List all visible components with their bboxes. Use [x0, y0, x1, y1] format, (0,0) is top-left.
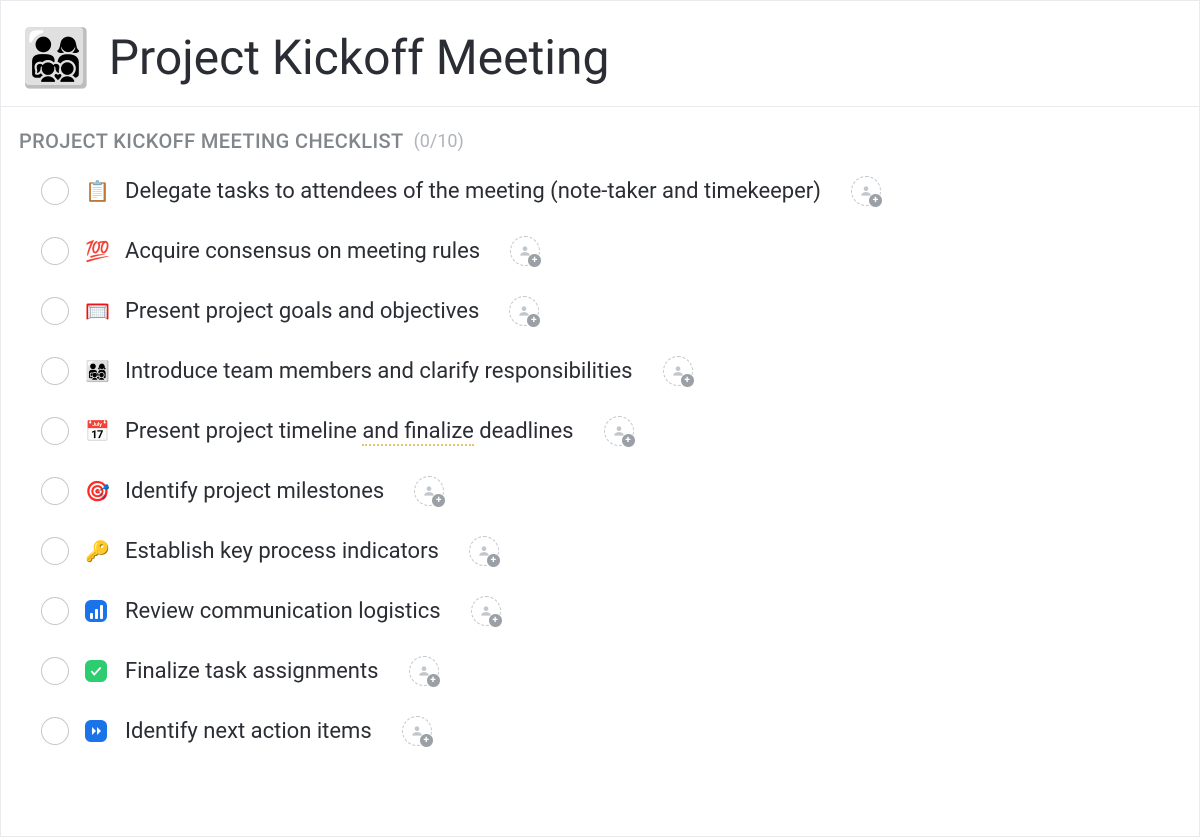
checkbox[interactable] [41, 717, 69, 745]
plus-icon: + [869, 194, 882, 207]
checkbox[interactable] [41, 597, 69, 625]
item-label[interactable]: Present project timeline and finalize de… [125, 419, 574, 444]
plus-icon: + [432, 494, 445, 507]
checkbox[interactable] [41, 237, 69, 265]
checkbox[interactable] [41, 537, 69, 565]
clipboard-icon: 📋 [85, 179, 109, 203]
checklist-item[interactable]: 👨‍👩‍👧‍👦 Introduce team members and clari… [41, 347, 1181, 395]
checkbox[interactable] [41, 417, 69, 445]
checklist-item[interactable]: 🥅 Present project goals and objectives + [41, 287, 1181, 335]
assign-button[interactable]: + [402, 716, 432, 746]
header-icon: 👨‍👩‍👧‍👦 [21, 30, 91, 86]
spellcheck-span: and finalize [362, 419, 473, 446]
assign-button[interactable]: + [471, 596, 501, 626]
assign-button[interactable]: + [663, 356, 693, 386]
target-icon: 🎯 [85, 479, 109, 503]
plus-icon: + [528, 254, 541, 267]
assign-button[interactable]: + [469, 536, 499, 566]
plus-icon: + [622, 434, 635, 447]
checklist-item[interactable]: Identify next action items + [41, 707, 1181, 755]
checklist-item[interactable]: Finalize task assignments + [41, 647, 1181, 695]
checklist-item[interactable]: 📅 Present project timeline and finalize … [41, 407, 1181, 455]
check-icon [85, 660, 109, 682]
page-header: 👨‍👩‍👧‍👦 Project Kickoff Meeting [1, 1, 1199, 107]
checklist-list: 📋 Delegate tasks to attendees of the mee… [1, 167, 1199, 775]
assign-button[interactable]: + [414, 476, 444, 506]
plus-icon: + [527, 314, 540, 327]
checklist-item[interactable]: 💯 Acquire consensus on meeting rules + [41, 227, 1181, 275]
plus-icon: + [427, 674, 440, 687]
item-label[interactable]: Acquire consensus on meeting rules [125, 239, 480, 264]
checklist-item[interactable]: Review communication logistics + [41, 587, 1181, 635]
item-label[interactable]: Finalize task assignments [125, 659, 379, 684]
family-icon: 👨‍👩‍👧‍👦 [85, 359, 109, 383]
goal-icon: 🥅 [85, 299, 109, 323]
checkbox[interactable] [41, 297, 69, 325]
assign-button[interactable]: + [409, 656, 439, 686]
calendar-icon: 📅 [85, 419, 109, 443]
item-label[interactable]: Establish key process indicators [125, 539, 439, 564]
plus-icon: + [487, 554, 500, 567]
plus-icon: + [420, 734, 433, 747]
item-label[interactable]: Review communication logistics [125, 599, 441, 624]
assign-button[interactable]: + [510, 236, 540, 266]
assign-button[interactable]: + [851, 176, 881, 206]
item-label[interactable]: Introduce team members and clarify respo… [125, 359, 633, 384]
assign-button[interactable]: + [509, 296, 539, 326]
plus-icon: + [489, 614, 502, 627]
item-label[interactable]: Present project goals and objectives [125, 299, 479, 324]
hundred-icon: 💯 [85, 239, 109, 263]
checklist-item[interactable]: 📋 Delegate tasks to attendees of the mee… [41, 167, 1181, 215]
checkbox[interactable] [41, 657, 69, 685]
assign-button[interactable]: + [604, 416, 634, 446]
checklist-item[interactable]: 🔑 Establish key process indicators + [41, 527, 1181, 575]
checkbox[interactable] [41, 177, 69, 205]
plus-icon: + [681, 374, 694, 387]
next-track-icon [85, 720, 109, 742]
checklist-header: PROJECT KICKOFF MEETING CHECKLIST (0/10) [1, 107, 1199, 167]
item-label[interactable]: Identify next action items [125, 719, 372, 744]
bar-chart-icon [85, 600, 109, 622]
key-icon: 🔑 [85, 539, 109, 563]
checkbox[interactable] [41, 477, 69, 505]
item-label[interactable]: Identify project milestones [125, 479, 384, 504]
checkbox[interactable] [41, 357, 69, 385]
checklist-count: (0/10) [414, 131, 464, 152]
item-label[interactable]: Delegate tasks to attendees of the meeti… [125, 179, 821, 204]
checklist-title: PROJECT KICKOFF MEETING CHECKLIST [19, 129, 404, 153]
checklist-item[interactable]: 🎯 Identify project milestones + [41, 467, 1181, 515]
page-title[interactable]: Project Kickoff Meeting [109, 29, 610, 86]
